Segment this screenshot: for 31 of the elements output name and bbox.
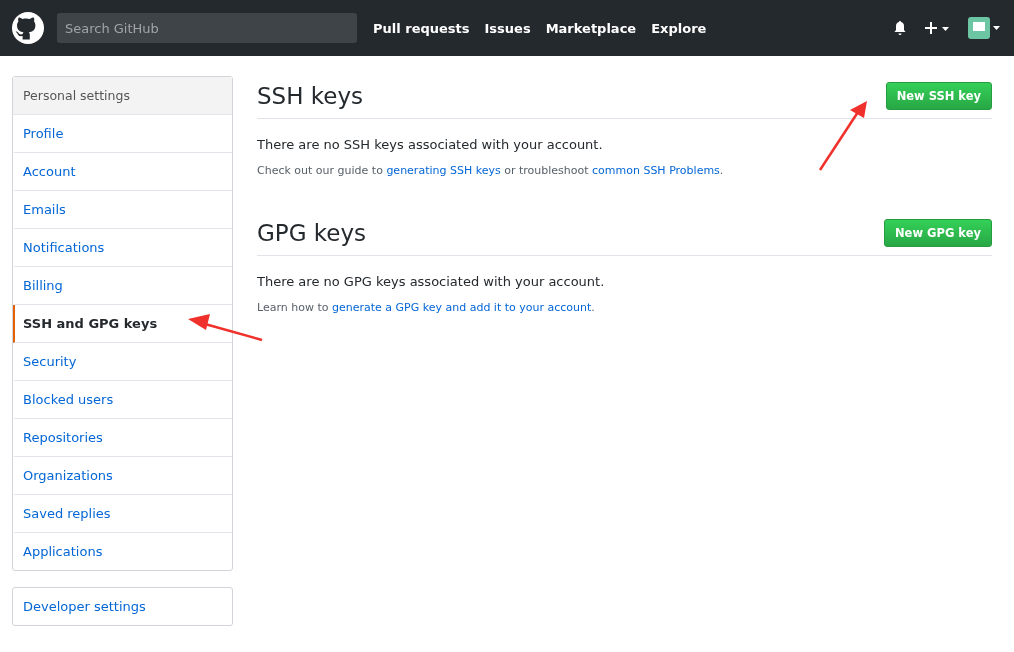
nav-link[interactable]: Explore [651,20,707,36]
plus-dropdown-icon[interactable] [924,20,952,36]
sidebar-item[interactable]: Saved replies [13,495,232,533]
empty-message: There are no GPG keys associated with your account. [257,274,606,289]
bell-icon[interactable] [892,20,908,36]
help-text: Check out our guide to generating SSH keys or troubleshoot common SSH Problems. [257,164,725,177]
sidebar-item[interactable]: Profile [13,115,232,153]
help-text: Learn how to generate a GPG key and add it to your account. [257,301,596,314]
sidebar-item[interactable]: Billing [13,267,232,305]
sidebar-item[interactable]: Applications [13,533,232,570]
annotation-arrow [818,101,867,171]
sidebar-item[interactable]: Repositories [13,419,232,457]
help-link[interactable]: common SSH Problems [592,164,720,177]
nav-link[interactable]: Issues [484,20,531,36]
sidebar-item[interactable]: Security [13,343,232,381]
nav-link[interactable]: Pull requests [373,20,470,36]
sidebar-item[interactable]: Emails [13,191,232,229]
section-title: SSH keys [257,83,364,109]
search-field[interactable]: Search GitHub [57,13,357,43]
nav-link[interactable]: Marketplace [545,20,637,36]
sidebar-item[interactable]: Account [13,153,232,191]
empty-message: There are no SSH keys associated with your account. [257,137,604,152]
sidebar-item[interactable]: Organizations [13,457,232,495]
menu-heading: Personal settings [13,77,232,115]
section-title: GPG keys [257,220,367,246]
octocat-logo-icon[interactable] [12,12,44,44]
avatar-dropdown-icon[interactable] [968,17,1002,39]
help-link[interactable]: generating SSH keys [386,164,501,177]
sidebar-item[interactable]: Blocked users [13,381,232,419]
sidebar-item[interactable]: Notifications [13,229,232,267]
sidebar-item[interactable]: Developer settings [13,588,232,625]
